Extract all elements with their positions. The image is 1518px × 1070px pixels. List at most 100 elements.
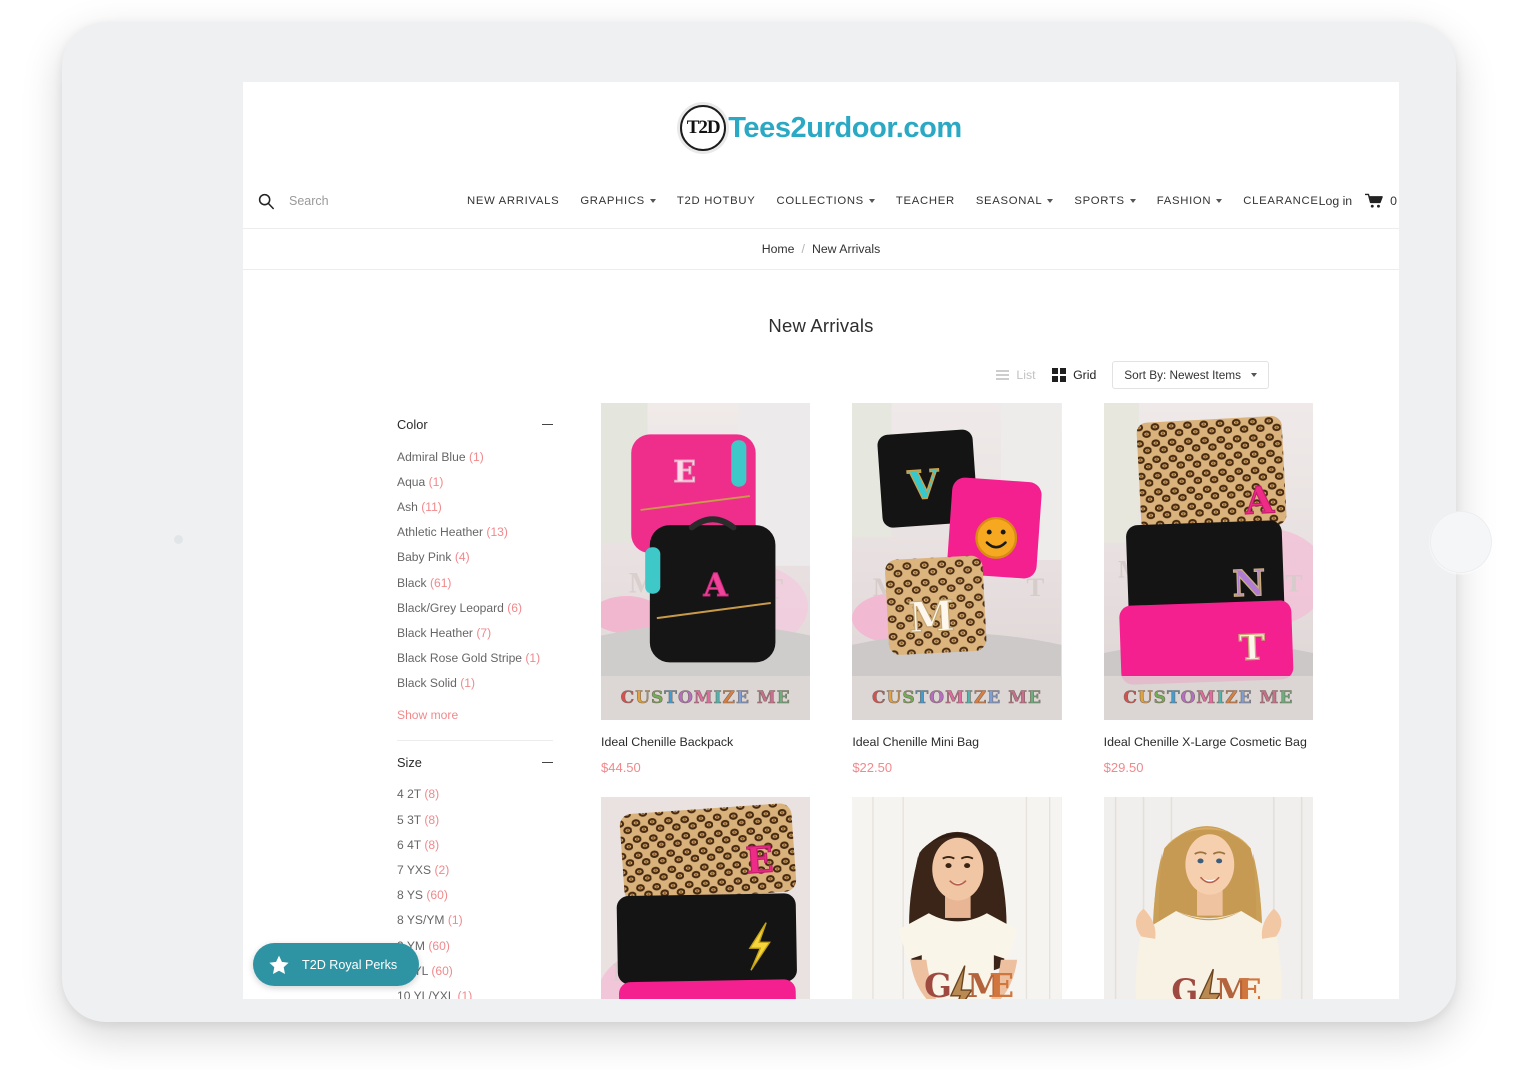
view-option-grid[interactable]: Grid (1051, 367, 1096, 383)
svg-text:A: A (702, 568, 728, 604)
facet-option[interactable]: Ash (11) (397, 494, 553, 519)
nav-utility-area: Log in 0 (1319, 193, 1397, 209)
svg-text:V: V (906, 462, 942, 510)
svg-text:E: E (673, 455, 696, 490)
facet-option-count: (6) (507, 600, 523, 615)
product-image[interactable]: M T A N T (1103, 403, 1313, 721)
royal-perks-widget[interactable]: T2D Royal Perks (253, 943, 420, 986)
facet-option-count: (1) (447, 913, 463, 928)
facet-option[interactable]: 5 3T (8) (397, 807, 553, 832)
nav-item-teacher[interactable]: TEACHER (896, 195, 955, 207)
nav-item-t2d-hotbuy[interactable]: T2D HOTBUY (677, 195, 756, 207)
nav-item-graphics[interactable]: GRAPHICS (580, 195, 656, 207)
facet-option-label: 8 YS/YM (397, 913, 445, 928)
facet-size-header[interactable]: Size (397, 749, 553, 782)
facet-option[interactable]: 6 4T (8) (397, 832, 553, 857)
facet-color-header[interactable]: Color (397, 411, 553, 444)
nav-item-new-arrivals[interactable]: NEW ARRIVALS (467, 195, 559, 207)
facet-option-count: (8) (424, 837, 440, 852)
facet-option-label: Black Rose Gold Stripe (397, 651, 523, 666)
facet-option[interactable]: Athletic Heather (13) (397, 520, 553, 545)
facet-option[interactable]: 7 YXS (2) (397, 857, 553, 882)
home-button[interactable] (1430, 511, 1492, 573)
svg-text:G: G (924, 966, 952, 999)
product-price: $22.50 (852, 759, 893, 775)
facet-color: Color Admiral Blue (1) Aqua (1) Ash (11)… (397, 403, 553, 741)
product-card[interactable]: G M E D A Y (852, 796, 1062, 999)
facet-option[interactable]: 8 YS/YM (1) (397, 908, 553, 933)
facet-option[interactable]: 4 2T (8) (397, 782, 553, 807)
view-option-list[interactable]: List (996, 368, 1036, 382)
breadcrumb-home[interactable]: Home (762, 242, 795, 256)
facet-option[interactable]: Baby Pink (4) (397, 545, 553, 570)
logo-wordmark: Tees2urdoor.com (728, 111, 962, 144)
facet-color-options: Admiral Blue (1) Aqua (1) Ash (11) Athle… (397, 444, 553, 696)
product-card[interactable]: G M E D A Y (1103, 796, 1313, 999)
customize-me-overlay: CUSTOMIZE ME (1103, 676, 1313, 721)
product-image[interactable]: M T E G (601, 796, 811, 999)
search-icon[interactable] (257, 192, 275, 210)
customize-me-text: CUSTOMIZE ME (1123, 688, 1294, 709)
facet-option-label: 5 3T (397, 812, 421, 827)
product-image[interactable]: M T V M CUSTOMIZE ME (852, 403, 1062, 721)
sort-by-dropdown[interactable]: Sort By: Newest Items (1112, 361, 1269, 389)
minus-icon[interactable] (542, 761, 553, 764)
minus-icon[interactable] (542, 423, 553, 426)
product-image[interactable]: M T E (601, 403, 811, 721)
facet-option[interactable]: Admiral Blue (1) (397, 444, 553, 469)
product-card[interactable]: M T A N T (1103, 403, 1313, 775)
results-toolbar: List Grid Sort By: Newest Items (243, 355, 1399, 395)
facet-title: Size (397, 754, 422, 770)
nav-label: T2D HOTBUY (676, 195, 756, 207)
nav-label: SEASONAL (975, 195, 1043, 207)
facet-option[interactable]: Black/Grey Leopard (6) (397, 595, 553, 620)
facet-option-count: (4) (454, 550, 470, 565)
breadcrumb: Home / New Arrivals (243, 228, 1399, 270)
product-card[interactable]: M T E G (601, 796, 811, 999)
facet-option[interactable]: Black Solid (1) (397, 671, 553, 696)
nav-menu: NEW ARRIVALS GRAPHICS T2D HOTBUY COLLECT… (467, 195, 1319, 207)
nav-item-clearance[interactable]: CLEARANCE (1243, 195, 1318, 207)
search-area[interactable] (257, 192, 467, 210)
facet-color-show-more[interactable]: Show more (397, 708, 458, 722)
product-image[interactable]: G M E D A Y (1103, 796, 1313, 999)
search-input[interactable] (289, 194, 439, 208)
facet-option[interactable]: Black (61) (397, 570, 553, 595)
facet-option-count: (60) (426, 888, 448, 903)
facet-option-label: Black/Grey Leopard (397, 600, 504, 615)
login-link[interactable]: Log in (1319, 194, 1353, 208)
facet-option[interactable]: 10 YL (60) (397, 958, 553, 983)
cart-button[interactable]: 0 (1365, 193, 1397, 209)
svg-text:N: N (1231, 562, 1265, 605)
facet-option[interactable]: 10 YL/YXL (1) (397, 983, 553, 999)
facet-option-label: Ash (397, 499, 418, 514)
nav-label: GRAPHICS (580, 195, 645, 207)
product-title[interactable]: Ideal Chenille Backpack (601, 734, 810, 750)
nav-label: CLEARANCE (1243, 195, 1319, 207)
product-image[interactable]: G M E D A Y (852, 796, 1062, 999)
facet-option[interactable]: Black Rose Gold Stripe (1) (397, 646, 553, 671)
product-title[interactable]: Ideal Chenille X-Large Cosmetic Bag (1104, 734, 1313, 750)
facet-option[interactable]: 9 YM (60) (397, 933, 553, 958)
svg-text:E: E (744, 838, 774, 882)
nav-label: FASHION (1156, 195, 1212, 207)
nav-item-seasonal[interactable]: SEASONAL (976, 195, 1054, 207)
nav-item-sports[interactable]: SPORTS (1074, 195, 1136, 207)
nav-item-collections[interactable]: COLLECTIONS (776, 195, 875, 207)
site-logo[interactable]: T2D Tees2urdoor.com (243, 82, 1399, 174)
facet-option-count: (60) (431, 963, 453, 978)
facet-option[interactable]: 8 YS (60) (397, 883, 553, 908)
product-card[interactable]: M T E (601, 403, 811, 775)
facet-option-count: (1) (525, 651, 541, 666)
facet-option-count: (1) (428, 474, 444, 489)
nav-label: SPORTS (1074, 195, 1125, 207)
chevron-down-icon (1251, 373, 1257, 377)
facet-option[interactable]: Aqua (1) (397, 469, 553, 494)
product-title[interactable]: Ideal Chenille Mini Bag (852, 734, 1061, 750)
nav-item-fashion[interactable]: FASHION (1157, 195, 1223, 207)
facet-option-label: Admiral Blue (397, 449, 466, 464)
front-camera (174, 535, 183, 544)
product-card[interactable]: M T V M CUSTOMIZE ME Ideal Chenille Mini… (852, 403, 1062, 775)
facet-option-label: 8 YS (397, 888, 424, 903)
facet-option[interactable]: Black Heather (7) (397, 620, 553, 645)
